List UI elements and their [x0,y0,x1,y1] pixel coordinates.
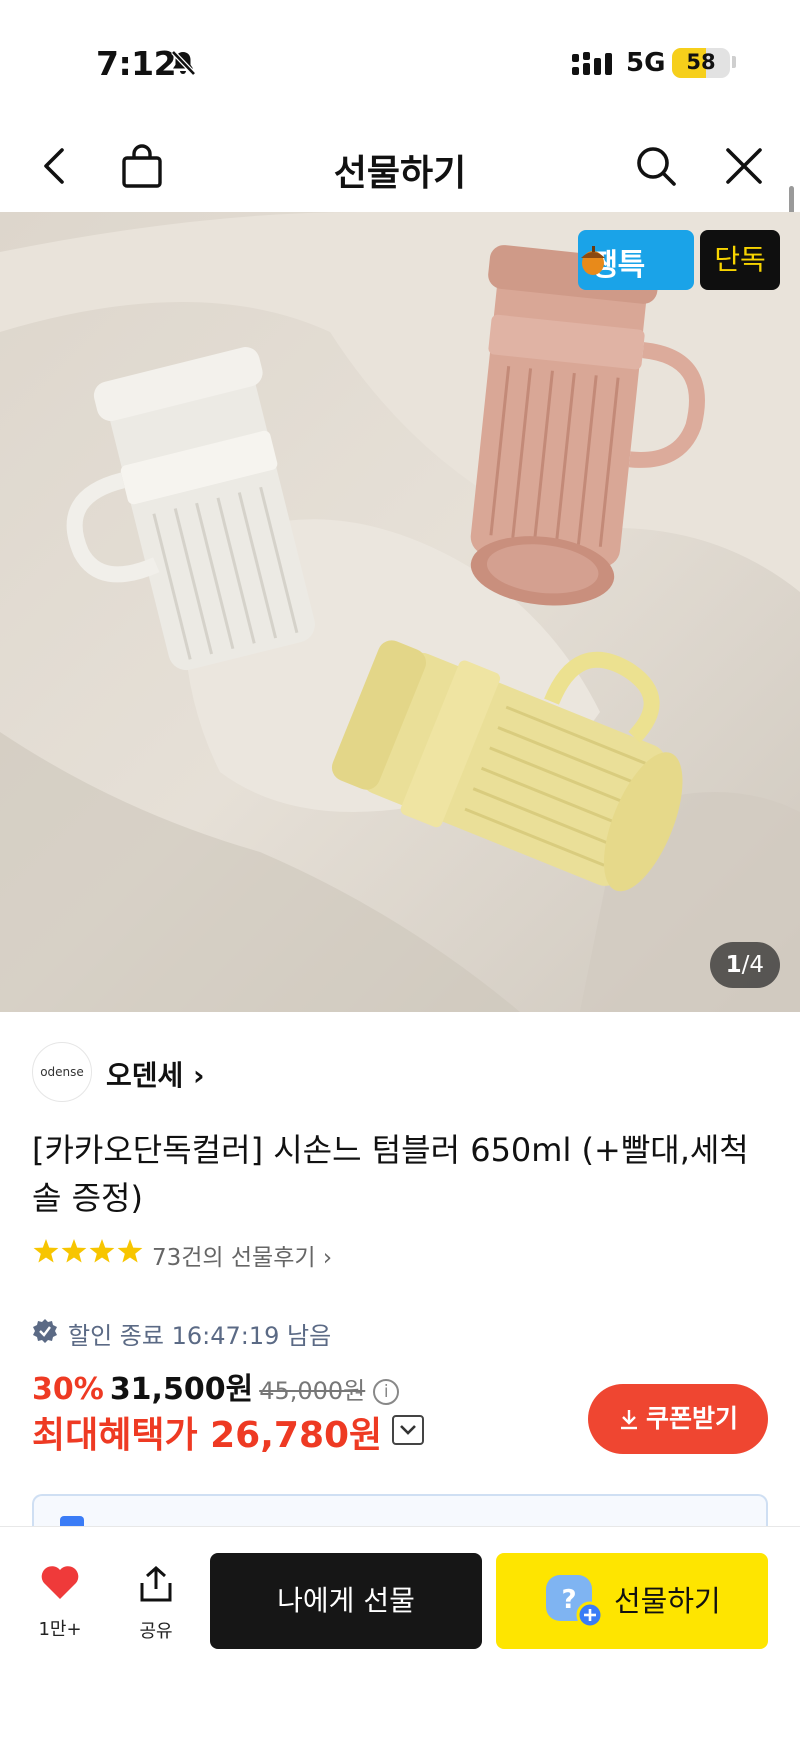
gift-icon-glyph: ? [561,1585,576,1615]
price-line: 30% 31,500원 45,000원 i [32,1364,400,1408]
carousel-page-indicator: 1/4 [709,942,780,988]
signal-icon [572,52,612,75]
gift-to-me-button[interactable]: 나에게 선물 [210,1553,482,1649]
max-benefit-row[interactable]: 최대혜택가 26,780원 [32,1406,425,1462]
seller-logo[interactable]: odense [32,1042,92,1102]
page-total: 4 [749,952,764,978]
gift-button-label: 선물하기 [614,1584,721,1618]
share-icon [140,1565,172,1602]
like-button[interactable]: 1만+ [30,1565,90,1641]
star-icon [61,1239,87,1263]
acorn-icon [581,246,605,275]
battery-level: 58 [686,50,716,74]
network-type: 5G [626,48,666,78]
product-image-carousel[interactable]: 쨍특 단독 1/4 [0,212,800,1012]
status-time: 7:12 [96,44,177,83]
status-bar: 7:12 5G 58 [0,0,800,120]
battery-indicator: 58 [672,48,730,78]
discount-percent: 30% [32,1372,104,1407]
product-title: [카카오단독컬러] 시손느 텀블러 650ml (+빨대,세척솔 증정) [32,1131,749,1217]
jaeng-teuk-badge: 쨍특 [578,230,694,290]
bell-off-icon [171,50,196,76]
gift-button[interactable]: ? 선물하기 [496,1553,768,1649]
max-benefit-price: 최대혜택가 26,780원 [32,1415,383,1456]
review-count-link[interactable]: 73건의 선물후기 › [152,1238,332,1272]
original-price: 45,000원 [259,1377,366,1405]
top-nav: 선물하기 [0,120,800,212]
heart-icon [41,1566,79,1599]
discount-badge-icon [33,1319,57,1343]
page-title: 선물하기 [333,153,467,194]
star-icon [33,1239,59,1263]
battery-tip [732,56,736,68]
coupon-button-label: 쿠폰받기 [645,1404,738,1433]
seller-name-link[interactable]: 오덴세 › [106,1054,205,1094]
star-icon [117,1239,143,1263]
like-count: 1만+ [38,1619,82,1640]
star-rating [33,1239,143,1263]
search-icon[interactable] [632,142,680,190]
gift-friend-icon: ? [546,1575,604,1629]
exclusive-badge: 단독 [700,230,780,290]
page-current: 1 [725,952,742,978]
coupon-download-button[interactable]: 쿠폰받기 [588,1384,768,1454]
discount-end-text: 할인 종료 16:47:19 남음 [68,1322,332,1350]
info-icon[interactable]: i [373,1379,400,1405]
download-icon [620,1410,637,1430]
product-photo [0,212,800,1012]
star-icon [89,1239,115,1263]
chevron-down-icon[interactable] [392,1415,425,1445]
share-label: 공유 [139,1621,173,1642]
close-icon[interactable] [720,142,768,190]
bottom-action-bar: 1만+ 공유 나에게 선물 ? 선물하기 [0,1526,800,1740]
sale-price: 31,500원 [109,1372,254,1407]
share-button[interactable]: 공유 [126,1565,186,1643]
